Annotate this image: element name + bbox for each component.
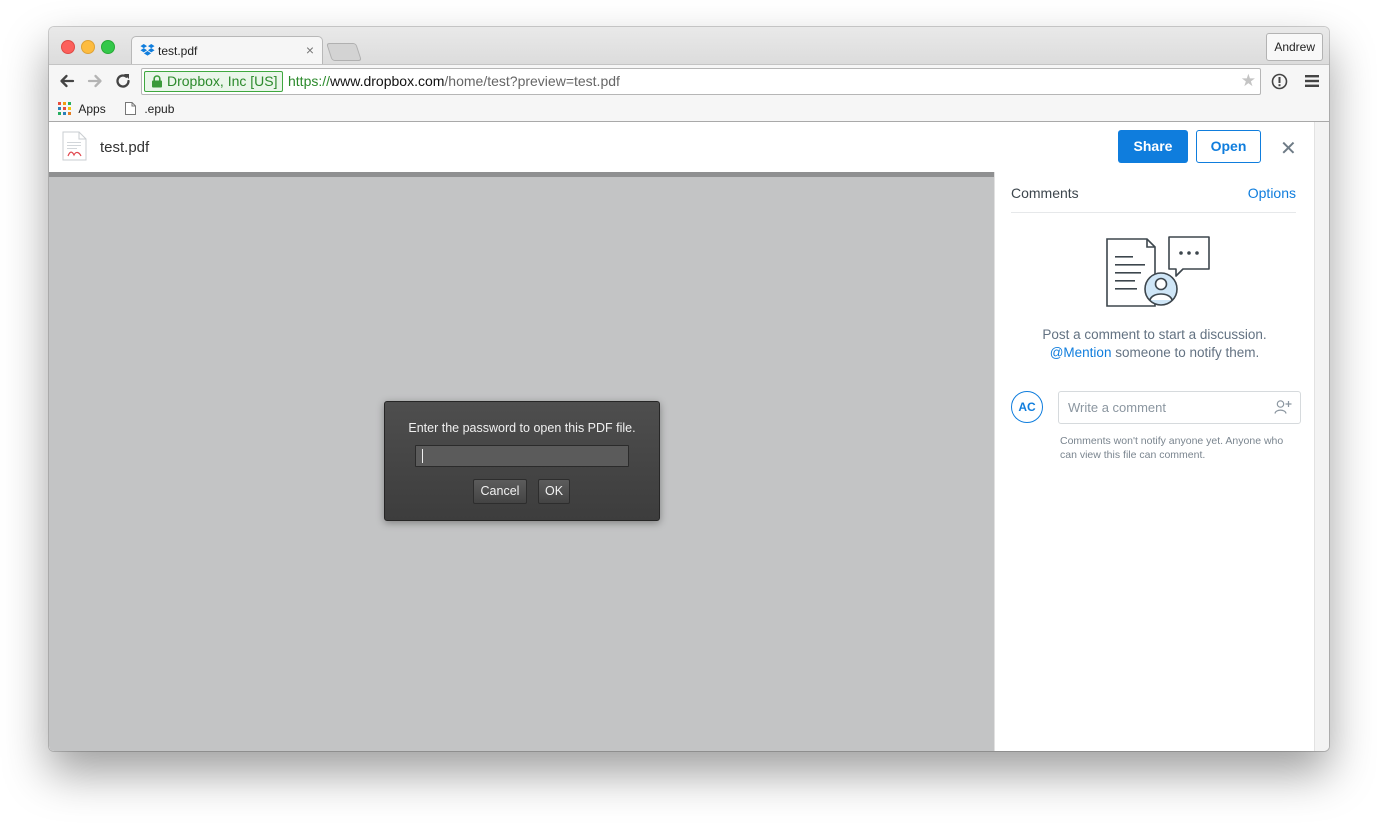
password-input[interactable] bbox=[415, 445, 629, 467]
address-bar[interactable]: Dropbox, Inc [US] https://www.dropbox.co… bbox=[141, 68, 1261, 95]
bookmark-apps-label: Apps bbox=[78, 102, 106, 116]
url-scheme: https:// bbox=[288, 73, 331, 89]
pdf-file-icon bbox=[62, 131, 87, 161]
hint-line-1: Post a comment to start a discussion. bbox=[1042, 327, 1267, 342]
user-avatar: AC bbox=[1011, 391, 1043, 423]
url-text[interactable]: https://www.dropbox.com/home/test?previe… bbox=[288, 73, 620, 89]
window-minimize-button[interactable] bbox=[81, 40, 95, 54]
bookmark-epub-label: .epub bbox=[144, 102, 175, 116]
url-path: /home/test?preview=test.pdf bbox=[444, 73, 620, 89]
preview-header: test.pdf Share Open ✕ bbox=[49, 122, 1314, 172]
window-zoom-button[interactable] bbox=[101, 40, 115, 54]
options-link[interactable]: Options bbox=[1248, 185, 1296, 201]
url-host: www.dropbox.com bbox=[330, 73, 445, 89]
bookmark-epub[interactable]: .epub bbox=[125, 102, 174, 116]
ev-certificate-badge[interactable]: Dropbox, Inc [US] bbox=[144, 71, 283, 92]
new-tab-button[interactable] bbox=[326, 43, 362, 61]
bookmark-apps[interactable]: Apps bbox=[58, 102, 106, 116]
close-preview-icon[interactable]: ✕ bbox=[1280, 136, 1297, 161]
dropbox-preview-page: test.pdf Share Open ✕ Enter the password… bbox=[49, 122, 1314, 751]
open-button[interactable]: Open bbox=[1196, 130, 1261, 163]
page-icon bbox=[125, 102, 136, 115]
bookmark-star-icon[interactable]: ★ bbox=[1241, 71, 1256, 91]
tab-strip: test.pdf × Andrew bbox=[49, 27, 1329, 65]
hint-line-2: someone to notify them. bbox=[1111, 345, 1260, 360]
comment-input[interactable]: Write a comment bbox=[1058, 391, 1301, 424]
comments-note: Comments won't notify anyone yet. Anyone… bbox=[1060, 435, 1284, 461]
text-caret bbox=[422, 449, 423, 463]
forward-arrow-icon[interactable] bbox=[85, 71, 105, 91]
pdf-viewer: Enter the password to open this PDF file… bbox=[49, 172, 994, 751]
chrome-menu-icon[interactable] bbox=[1305, 74, 1319, 88]
reload-icon[interactable] bbox=[113, 71, 133, 91]
password-prompt: Enter the password to open this PDF file… bbox=[408, 421, 636, 435]
mention-text: @Mention bbox=[1049, 345, 1112, 360]
apps-grid-icon bbox=[58, 102, 71, 115]
profile-button[interactable]: Andrew bbox=[1266, 33, 1323, 61]
cancel-button[interactable]: Cancel bbox=[473, 479, 527, 504]
browser-toolbar: Dropbox, Inc [US] https://www.dropbox.co… bbox=[49, 64, 1329, 98]
comment-input-placeholder: Write a comment bbox=[1068, 400, 1167, 415]
ev-label: Dropbox, Inc [US] bbox=[167, 73, 278, 89]
comment-discussion-icon bbox=[1106, 236, 1210, 307]
tab-title: test.pdf bbox=[158, 44, 198, 58]
comments-title: Comments bbox=[1011, 185, 1079, 201]
browser-window: test.pdf × Andrew Dropbox, Inc [US] http bbox=[49, 27, 1329, 751]
bookmarks-bar: Apps .epub bbox=[49, 97, 1329, 122]
tab-test-pdf[interactable]: test.pdf × bbox=[131, 36, 323, 65]
ok-button[interactable]: OK bbox=[538, 479, 570, 504]
password-dialog: Enter the password to open this PDF file… bbox=[384, 401, 660, 521]
window-close-button[interactable] bbox=[61, 40, 75, 54]
add-person-icon[interactable] bbox=[1274, 399, 1292, 415]
comments-hint: Post a comment to start a discussion. @M… bbox=[995, 326, 1314, 362]
lock-icon bbox=[152, 75, 162, 88]
extension-icon[interactable] bbox=[1271, 73, 1288, 90]
dropbox-icon bbox=[140, 43, 155, 56]
page-scrollbar[interactable] bbox=[1314, 122, 1329, 751]
share-button[interactable]: Share bbox=[1118, 130, 1188, 163]
comments-divider bbox=[1011, 212, 1296, 213]
back-arrow-icon[interactable] bbox=[57, 71, 77, 91]
comments-panel: Comments Options Post a comment to start… bbox=[994, 172, 1314, 751]
file-name: test.pdf bbox=[100, 139, 150, 156]
tab-close-icon[interactable]: × bbox=[306, 42, 314, 58]
